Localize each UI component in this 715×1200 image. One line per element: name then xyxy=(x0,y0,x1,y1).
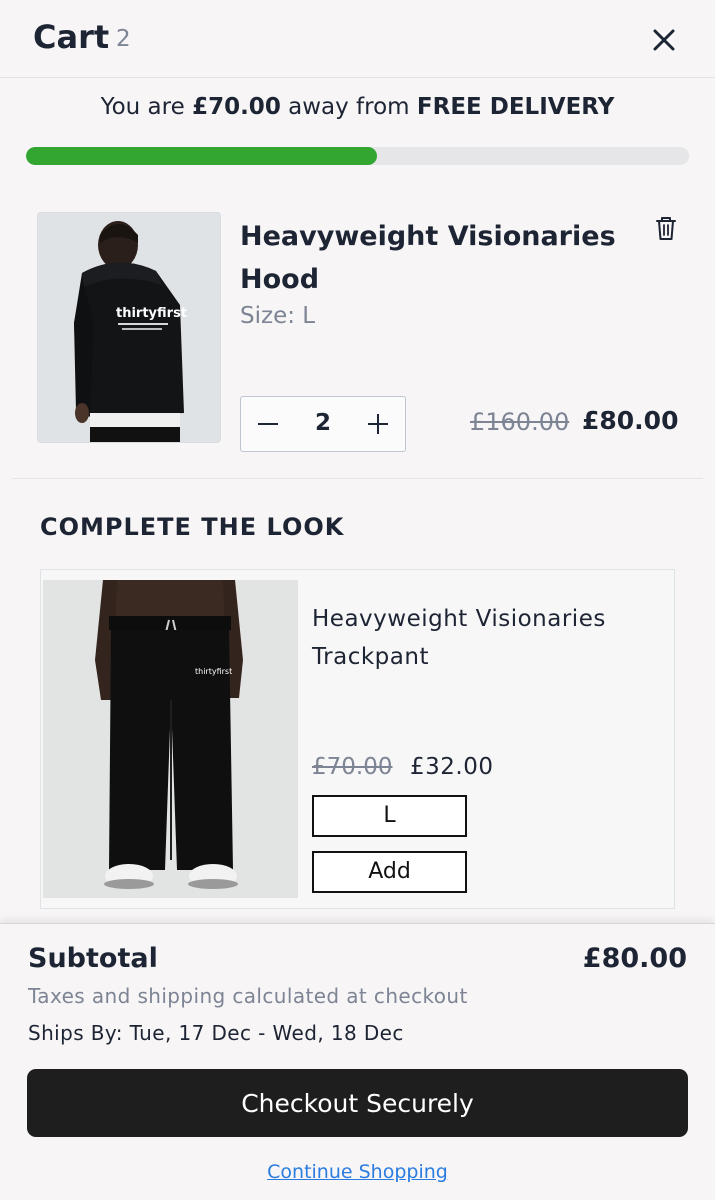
free-delivery-prefix: You are xyxy=(100,94,193,120)
free-delivery-middle: away from xyxy=(280,94,417,120)
recommended-product-price: £32.00 xyxy=(410,754,494,780)
quantity-increase-button[interactable] xyxy=(353,397,403,450)
cart-header: Cart 2 xyxy=(0,0,715,78)
free-delivery-goal: FREE DELIVERY xyxy=(416,94,615,120)
checkout-button[interactable]: Checkout Securely xyxy=(27,1069,688,1137)
trackpant-product-image[interactable]: thirtyfirst xyxy=(43,580,298,898)
cart-item-count: 2 xyxy=(116,26,131,52)
remove-item-button[interactable] xyxy=(652,213,680,243)
hood-product-image[interactable]: thirtyfirst xyxy=(37,212,221,443)
plus-icon xyxy=(368,413,388,434)
trackpant-logo-text: thirtyfirst xyxy=(195,667,232,676)
continue-shopping-link[interactable]: Continue Shopping xyxy=(0,1161,715,1183)
free-delivery-message: You are £70.00 away from FREE DELIVERY xyxy=(0,94,715,120)
cart-item-name[interactable]: Heavyweight Visionaries Hood xyxy=(240,215,640,301)
taxes-note: Taxes and shipping calculated at checkou… xyxy=(28,984,468,1008)
recommended-product-name[interactable]: Heavyweight Visionaries Trackpant xyxy=(312,600,662,676)
hood-logo-text: thirtyfirst xyxy=(116,306,187,321)
trash-icon xyxy=(656,217,676,240)
recommended-size-select[interactable]: L xyxy=(312,795,467,837)
minus-icon xyxy=(258,422,278,425)
free-delivery-progress xyxy=(26,147,689,165)
recommended-product-card: thirtyfirst Heavyweight Visionaries Trac… xyxy=(40,569,675,909)
cart-item-size: Size: L xyxy=(240,303,316,329)
subtotal-label: Subtotal xyxy=(28,943,158,974)
quantity-stepper xyxy=(240,396,406,452)
recommended-product-original-price: £70.00 xyxy=(312,754,393,780)
quantity-input[interactable] xyxy=(296,397,350,450)
ships-by: Ships By: Tue, 17 Dec - Wed, 18 Dec xyxy=(28,1021,404,1045)
quantity-decrease-button[interactable] xyxy=(243,397,293,450)
subtotal-value: £80.00 xyxy=(582,943,687,974)
cart-title: Cart xyxy=(33,18,110,56)
add-recommended-button[interactable]: Add xyxy=(312,851,467,893)
trackpant-photo: thirtyfirst xyxy=(43,580,298,898)
cart-item-original-price: £160.00 xyxy=(470,408,570,436)
close-button[interactable] xyxy=(646,22,682,58)
complete-the-look-heading: COMPLETE THE LOOK xyxy=(40,513,345,541)
cart-item-price: £80.00 xyxy=(582,406,679,435)
cart-footer: Subtotal £80.00 Taxes and shipping calcu… xyxy=(0,923,715,1200)
divider xyxy=(12,478,703,479)
free-delivery-amount: £70.00 xyxy=(192,94,281,120)
hood-photo: thirtyfirst xyxy=(38,213,220,442)
close-icon xyxy=(653,29,675,51)
free-delivery-progress-fill xyxy=(26,147,378,165)
